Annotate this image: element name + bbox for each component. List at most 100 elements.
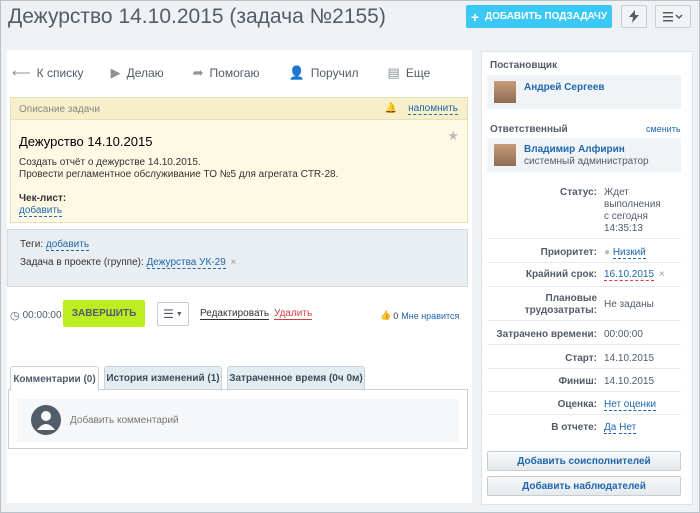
description-line: Провести регламентное обслуживание ТО №5…: [19, 169, 339, 180]
like-widget[interactable]: 👍 0 Мне нравится: [380, 310, 459, 321]
likes-count: 0: [393, 310, 399, 321]
start-value: 14.10.2015: [604, 353, 655, 364]
actions-menu-button[interactable]: ☰ ▼: [157, 302, 189, 326]
back-to-list-button[interactable]: ⟵ К списку: [12, 65, 84, 81]
lightning-button[interactable]: [621, 5, 647, 28]
doing-button[interactable]: ▶ Делаю: [111, 65, 164, 81]
add-subtask-label: ДОБАВИТЬ ПОДЗАДАЧУ: [485, 11, 608, 22]
more-label: Еще: [405, 66, 431, 80]
timer[interactable]: ◷ 00:00:00: [10, 309, 62, 322]
forward-arrow-icon: ➦: [192, 65, 204, 80]
divider: [487, 320, 681, 321]
helping-button[interactable]: ➦ Помогаю: [193, 65, 260, 81]
tab-history[interactable]: История изменений (1): [104, 366, 222, 390]
responsible-role: системный администратор: [524, 156, 649, 167]
finish-button[interactable]: ЗАВЕРШИТЬ: [63, 300, 145, 327]
tags-box: Теги: добавить Задача в проекте (группе)…: [7, 229, 468, 287]
finish-label: Финиш:: [558, 376, 597, 387]
likes-label: Мне нравится: [401, 310, 460, 321]
priority-link: Низкий: [612, 247, 646, 259]
chevron-down-icon: ▼: [175, 310, 183, 318]
tab-comments[interactable]: Комментарии (0): [10, 366, 99, 391]
priority-label: Приоритет:: [540, 247, 597, 258]
checklist-label: Чек-лист:: [19, 193, 67, 204]
rating-value[interactable]: Нет оценки: [604, 399, 657, 411]
report-no-link[interactable]: Нет: [619, 422, 637, 434]
creator-avatar[interactable]: [494, 81, 516, 103]
thumbs-up-icon: 👍: [380, 310, 392, 320]
play-icon: ▶: [110, 65, 121, 80]
task-description-box: Описание задачи 🔔 напомнить ★ Дежурство …: [10, 97, 468, 223]
star-icon[interactable]: ★: [447, 128, 459, 144]
timer-value: 00:00:00: [22, 310, 62, 321]
add-subtask-button[interactable]: + ДОБАВИТЬ ПОДЗАДАЧУ: [466, 5, 612, 28]
menu-icon: ☰: [163, 307, 174, 321]
deadline-label: Крайний срок:: [525, 269, 597, 280]
remind-link[interactable]: напомнить: [408, 104, 458, 115]
planned-label-line: Плановые: [545, 293, 598, 304]
list-icon: ▤: [387, 65, 400, 80]
delete-link[interactable]: Удалить: [274, 309, 313, 320]
spent-value: 00:00:00: [604, 329, 643, 340]
tab-time-spent[interactable]: Затраченное время (0ч 0м): [227, 366, 365, 390]
delegated-label: Поручил: [310, 66, 359, 80]
divider: [487, 344, 681, 345]
report-value[interactable]: Да Нет: [604, 422, 637, 434]
lightning-icon: [629, 10, 639, 23]
divider: [487, 368, 681, 369]
divider: [487, 414, 681, 415]
edit-link[interactable]: Редактировать: [200, 309, 270, 320]
status-line: выполнения: [604, 199, 661, 210]
report-label: В отчете:: [551, 422, 597, 433]
status-line: Ждет: [604, 187, 629, 198]
deadline-link: 16.10.2015: [604, 269, 655, 281]
project-link[interactable]: Дежурства УК-29: [146, 257, 226, 269]
divider: [487, 391, 681, 392]
add-coexecutors-button[interactable]: Добавить соисполнителей: [487, 451, 681, 471]
rating-label: Оценка:: [557, 399, 597, 410]
delegated-button[interactable]: 👤 Поручил: [289, 65, 359, 81]
tags-label: Теги:: [20, 239, 44, 250]
remove-project-icon[interactable]: ×: [231, 257, 237, 268]
page-title: Дежурство 14.10.2015 (задача №2155): [8, 5, 386, 28]
task-toolbar: ⟵ К списку ▶ Делаю ➦ Помогаю 👤 Поручил ▤…: [12, 62, 459, 84]
status-label: Статус:: [559, 187, 597, 198]
bell-icon: 🔔: [384, 103, 397, 114]
status-line: с сегодня: [604, 211, 648, 222]
deadline-value[interactable]: 16.10.2015 ×: [604, 269, 665, 281]
menu-chevron-icon: [663, 11, 683, 21]
start-label: Старт:: [565, 353, 597, 364]
responsible-avatar[interactable]: [494, 144, 516, 166]
responsible-name[interactable]: Владимир Алфирин: [524, 144, 625, 155]
add-tag-link[interactable]: добавить: [45, 239, 90, 251]
user-avatar-icon: [31, 405, 61, 435]
task-title: Дежурство 14.10.2015: [19, 134, 153, 149]
doing-label: Делаю: [126, 66, 164, 80]
divider: [487, 262, 681, 263]
arrow-left-icon: ⟵: [12, 65, 31, 80]
priority-dot-icon: ●: [604, 247, 611, 258]
report-yes-link[interactable]: Да: [604, 422, 617, 434]
comment-placeholder: Добавить комментарий: [70, 415, 179, 426]
checklist-add-link[interactable]: добавить: [19, 206, 63, 217]
finish-value: 14.10.2015: [604, 376, 655, 387]
divider: [487, 286, 681, 287]
status-line: 14:35:13: [604, 223, 643, 234]
clock-icon: ◷: [10, 310, 20, 322]
description-header: Описание задачи: [11, 98, 467, 120]
priority-value[interactable]: ● Низкий: [604, 247, 646, 259]
settings-menu-button[interactable]: [655, 5, 691, 28]
clear-deadline-icon[interactable]: ×: [659, 269, 665, 280]
spent-label: Затрачено времени:: [496, 329, 597, 340]
divider: [487, 238, 681, 239]
responsible-title: Ответственный: [490, 124, 568, 135]
creator-title: Постановщик: [490, 60, 558, 71]
creator-name[interactable]: Андрей Сергеев: [524, 82, 605, 93]
more-button[interactable]: ▤ Еще: [388, 65, 431, 81]
project-row: Задача в проекте (группе): Дежурства УК-…: [20, 257, 237, 269]
add-observers-button[interactable]: Добавить наблюдателей: [487, 476, 681, 496]
change-responsible-link[interactable]: сменить: [646, 124, 681, 134]
planned-label-line: трудозатраты:: [524, 305, 597, 316]
tags-row: Теги: добавить: [20, 239, 90, 251]
planned-label: Плановые трудозатраты:: [482, 293, 597, 317]
